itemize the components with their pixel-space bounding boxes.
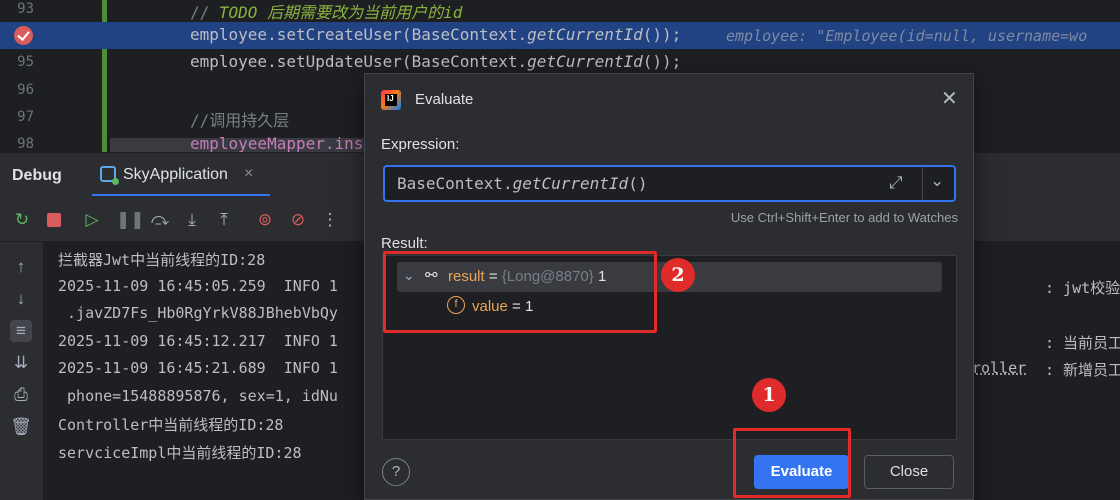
code-text: employeeMapper.ins [190,134,364,152]
chevron-down-icon[interactable]: ⌄ [930,171,944,191]
console-line: 2025-11-09 16:45:05.259 INFO 1 [58,277,338,295]
result-label: Result: [381,235,428,252]
clear-all-icon[interactable]: 🗑 [10,416,32,438]
step-over-icon[interactable]: ⤼ [150,210,170,230]
line-number: 95 [17,54,34,70]
code-text: // TODO 后期需要改为当前用户的id [190,3,463,22]
code-text: employee.setCreateUser(BaseContext.getCu… [190,25,682,44]
line-number: 96 [17,82,34,98]
console-line: Controller中当前线程的ID:28 [58,416,284,434]
debug-title: Debug [12,167,62,184]
breakpoint-icon[interactable] [14,26,33,45]
console-line: .javZD7Fs_Hb0RgYrkV88JBhebVbQy [58,304,338,322]
step-out-icon[interactable]: ⤒ [214,210,234,230]
rerun-icon[interactable]: ↻ [12,210,32,230]
stop-icon[interactable] [44,210,64,230]
scroll-down-icon[interactable]: ↓ [10,288,32,310]
line-number: 98 [17,136,34,152]
help-button[interactable]: ? [382,458,410,486]
code-line-95[interactable]: 95 employee.setUpdateUser(BaseContext.ge… [0,49,1120,76]
console-line: phone=15488895876, sex=1, idNu [58,387,338,405]
console-fragment: : jwt校验 [1045,279,1120,297]
close-button[interactable]: Close [864,455,954,489]
expression-input[interactable]: BaseContext.getCurrentId() ⤢ ⌄ [383,165,956,202]
divider [922,167,923,200]
mute-breakpoints-icon[interactable]: ⊘ [288,210,308,230]
close-icon[interactable]: ✕ [941,86,958,111]
soft-wrap-icon[interactable]: ≡ [10,320,32,342]
tab-skyapplication[interactable]: SkyApplication × [88,153,274,197]
code-text: //调用持久层 [190,111,290,130]
annotation-badge-2: 2 [661,258,695,292]
line-number: 97 [17,109,34,125]
console-line: 2025-11-09 16:45:12.217 INFO 1 [58,332,338,350]
tab-label: SkyApplication [123,166,228,183]
code-text: employee.setUpdateUser(BaseContext.getCu… [190,52,682,71]
resume-icon[interactable]: ▷ [82,210,102,230]
inline-debug-value: employee: "Employee(id=null, username=wo [726,27,1088,45]
close-tab-icon[interactable]: × [244,165,253,183]
pause-icon[interactable]: ❚❚ [116,210,145,230]
expression-text: BaseContext.getCurrentId() [397,174,648,193]
line-number: 93 [17,1,34,17]
console-line: 拦截器Jwt中当前线程的ID:28 [58,251,266,269]
expand-icon[interactable]: ⤢ [889,173,903,193]
console-fragment: : 新增员工 [1045,361,1120,379]
scroll-to-end-icon[interactable]: ⇊ [10,352,32,374]
print-icon[interactable]: ⎙ [10,384,32,406]
step-into-icon[interactable]: ⤓ [182,210,202,230]
annotation-badge-1: 1 [752,378,786,412]
view-breakpoints-icon[interactable]: ⊚ [255,210,275,230]
console-link[interactable]: roller [972,359,1026,377]
scroll-up-icon[interactable]: ↑ [10,256,32,278]
console-line: servciceImpl中当前线程的ID:28 [58,444,302,462]
watches-hint: Use Ctrl+Shift+Enter to add to Watches [730,210,958,225]
more-options-icon[interactable]: ⋮ [320,210,340,230]
console-line: 2025-11-09 16:45:21.689 INFO 1 [58,359,338,377]
run-config-icon [100,166,119,185]
code-line-93[interactable]: 93 // TODO 后期需要改为当前用户的id [0,0,1120,23]
annotation-box-evaluate [733,428,851,498]
annotation-box-result [383,251,657,333]
console-side-toolbar: ↑ ↓ ≡ ⇊ ⎙ 🗑 [0,242,44,500]
intellij-logo-icon: IJ [381,90,401,110]
expression-label: Expression: [381,136,460,153]
console-fragment: : 当前员工 [1045,334,1120,352]
code-line-94-current[interactable]: employee.setCreateUser(BaseContext.getCu… [0,22,1120,49]
dialog-title: Evaluate [415,91,474,108]
